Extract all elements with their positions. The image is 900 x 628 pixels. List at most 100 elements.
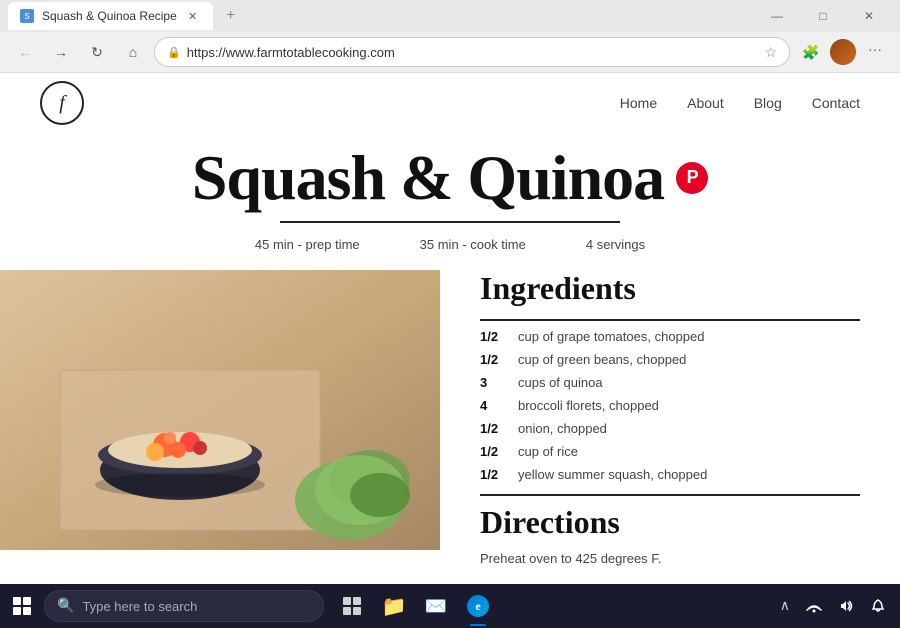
pinterest-icon[interactable]: P xyxy=(676,162,708,194)
search-placeholder-text: Type here to search xyxy=(82,599,197,614)
extensions-button[interactable]: 🧩 xyxy=(796,37,826,67)
refresh-button[interactable]: ↻ xyxy=(82,37,112,67)
edge-icon: e xyxy=(467,595,489,617)
ingredient-qty: 1/2 xyxy=(480,329,508,344)
maximize-button[interactable]: □ xyxy=(800,0,846,32)
ingredient-desc: cup of rice xyxy=(518,444,578,459)
ingredient-qty: 3 xyxy=(480,375,508,390)
home-button[interactable]: ⌂ xyxy=(118,37,148,67)
ingredient-desc: broccoli florets, chopped xyxy=(518,398,659,413)
notification-icon[interactable] xyxy=(864,584,892,628)
profile-button[interactable] xyxy=(830,39,856,65)
start-square-2 xyxy=(23,597,31,605)
volume-icon[interactable] xyxy=(832,584,860,628)
url-text: https://www.farmtotablecooking.com xyxy=(187,45,759,60)
list-item: 4 broccoli florets, chopped xyxy=(480,394,860,417)
nav-contact[interactable]: Contact xyxy=(812,95,860,111)
list-item: 1/2 cup of green beans, chopped xyxy=(480,348,860,371)
tab-close-button[interactable]: ✕ xyxy=(185,8,201,24)
list-item: 1/2 yellow summer squash, chopped xyxy=(480,463,860,486)
tab-title: Squash & Quinoa Recipe xyxy=(42,9,177,23)
nav-blog[interactable]: Blog xyxy=(754,95,782,111)
edge-button[interactable]: e xyxy=(458,584,498,628)
mail-button[interactable]: ✉️ xyxy=(416,584,456,628)
food-illustration xyxy=(0,270,440,550)
folder-icon: 📁 xyxy=(382,594,407,619)
servings: 4 servings xyxy=(586,237,645,252)
search-icon: 🔍 xyxy=(57,598,74,615)
toolbar-right: 🧩 ··· xyxy=(796,37,890,67)
lock-icon: 🔒 xyxy=(167,46,181,59)
title-bar: S Squash & Quinoa Recipe ✕ + — □ ✕ xyxy=(0,0,900,32)
ingredient-qty: 4 xyxy=(480,398,508,413)
forward-button[interactable]: → xyxy=(46,37,76,67)
browser-chrome: S Squash & Quinoa Recipe ✕ + — □ ✕ ← → ↻… xyxy=(0,0,900,73)
start-square-3 xyxy=(13,607,21,615)
start-square-4 xyxy=(23,607,31,615)
nav-about[interactable]: About xyxy=(687,95,724,111)
recipe-body: Ingredients 1/2 cup of grape tomatoes, c… xyxy=(0,270,900,569)
ingredient-desc: yellow summer squash, chopped xyxy=(518,467,707,482)
ingredient-desc: cup of green beans, chopped xyxy=(518,352,686,367)
ingredient-desc: cups of quinoa xyxy=(518,375,603,390)
recipe-image xyxy=(0,270,440,550)
ingredient-qty: 1/2 xyxy=(480,467,508,482)
mail-icon: ✉️ xyxy=(425,596,447,617)
taskbar-pinned-apps: 📁 ✉️ e xyxy=(332,584,498,628)
taskbar-search[interactable]: 🔍 Type here to search xyxy=(44,590,324,622)
site-nav: f Home About Blog Contact xyxy=(0,73,900,133)
profile-avatar xyxy=(830,39,856,65)
notification-svg-icon xyxy=(870,598,886,614)
system-tray: ∧ xyxy=(774,584,900,628)
tab-favicon: S xyxy=(20,9,34,23)
cook-time: 35 min - cook time xyxy=(420,237,526,252)
food-visual xyxy=(0,270,440,550)
browser-menu-button[interactable]: ··· xyxy=(860,37,890,67)
recipe-header: Squash & Quinoa P 45 min - prep time 35 … xyxy=(0,133,900,270)
nav-home[interactable]: Home xyxy=(620,95,657,111)
recipe-content: Ingredients 1/2 cup of grape tomatoes, c… xyxy=(440,270,900,569)
browser-tab[interactable]: S Squash & Quinoa Recipe ✕ xyxy=(8,2,213,30)
start-button[interactable] xyxy=(0,584,44,628)
site-logo[interactable]: f xyxy=(40,81,84,125)
minimize-button[interactable]: — xyxy=(754,0,800,32)
active-indicator xyxy=(470,624,486,626)
directions-text: Preheat oven to 425 degrees F. xyxy=(480,549,860,569)
task-view-icon xyxy=(342,596,362,616)
taskbar: 🔍 Type here to search 📁 ✉️ e ∧ xyxy=(0,584,900,628)
start-square-1 xyxy=(13,597,21,605)
ingredients-divider xyxy=(480,494,860,496)
list-item: 1/2 cup of grape tomatoes, chopped xyxy=(480,325,860,348)
task-view-button[interactable] xyxy=(332,584,372,628)
recipe-meta: 45 min - prep time 35 min - cook time 4 … xyxy=(0,231,900,264)
network-icon[interactable] xyxy=(800,584,828,628)
list-item: 3 cups of quinoa xyxy=(480,371,860,394)
prep-time: 45 min - prep time xyxy=(255,237,360,252)
bookmark-icon[interactable]: ☆ xyxy=(764,44,777,61)
nav-bar: ← → ↻ ⌂ 🔒 https://www.farmtotablecooking… xyxy=(0,32,900,72)
volume-svg-icon xyxy=(838,598,854,614)
new-tab-button[interactable]: + xyxy=(217,2,245,30)
recipe-title: Squash & Quinoa P xyxy=(0,143,900,213)
ingredient-qty: 1/2 xyxy=(480,421,508,436)
ingredients-list: 1/2 cup of grape tomatoes, chopped 1/2 c… xyxy=(480,319,860,486)
recipe-title-text: Squash & Quinoa xyxy=(192,143,664,213)
file-explorer-button[interactable]: 📁 xyxy=(374,584,414,628)
ingredient-qty: 1/2 xyxy=(480,444,508,459)
list-item: 1/2 onion, chopped xyxy=(480,417,860,440)
window-controls: — □ ✕ xyxy=(754,0,892,32)
site-menu: Home About Blog Contact xyxy=(620,95,860,111)
ingredient-desc: onion, chopped xyxy=(518,421,607,436)
recipe-divider xyxy=(280,221,620,223)
address-bar[interactable]: 🔒 https://www.farmtotablecooking.com ☆ xyxy=(154,37,790,67)
back-button[interactable]: ← xyxy=(10,37,40,67)
chevron-up-icon[interactable]: ∧ xyxy=(774,584,796,628)
ingredients-heading: Ingredients xyxy=(480,270,860,307)
close-button[interactable]: ✕ xyxy=(846,0,892,32)
list-item: 1/2 cup of rice xyxy=(480,440,860,463)
ingredient-desc: cup of grape tomatoes, chopped xyxy=(518,329,704,344)
website-content: f Home About Blog Contact Squash & Quino… xyxy=(0,73,900,584)
network-svg-icon xyxy=(806,598,822,614)
directions-heading: Directions xyxy=(480,504,860,541)
ingredient-qty: 1/2 xyxy=(480,352,508,367)
